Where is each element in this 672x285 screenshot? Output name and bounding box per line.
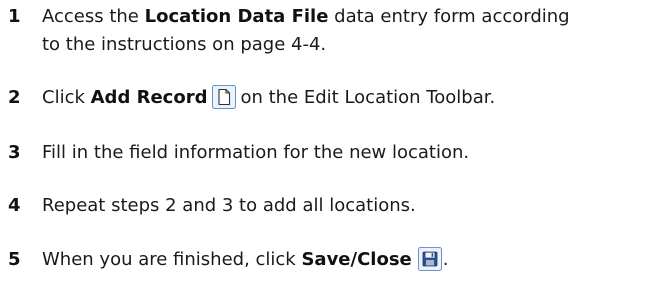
step-text-part: on the Edit Location Toolbar. xyxy=(240,87,496,108)
step-number: 4 xyxy=(8,195,21,216)
step-number: 1 xyxy=(8,6,21,27)
step-text-part: Click xyxy=(42,87,91,108)
step-text: Repeat steps 2 and 3 to add all location… xyxy=(42,195,416,216)
step-text: Click Add Record on the Edit Location To… xyxy=(42,84,495,112)
bold-term-add-record: Add Record xyxy=(90,87,208,108)
step-text-continuation: to the instructions on page 4-4. xyxy=(42,34,327,55)
instruction-steps: 1 Access the Location Data File data ent… xyxy=(0,0,672,285)
step-text-part: . xyxy=(442,249,449,270)
step-text: When you are finished, click Save/Close … xyxy=(42,246,448,274)
save-disk-icon xyxy=(417,247,442,271)
step-text-part: Access the xyxy=(42,6,145,27)
step-text: Access the Location Data File data entry… xyxy=(42,3,570,59)
bold-term-save-close: Save/Close xyxy=(301,249,412,270)
step-text-part: When you are finished, click xyxy=(42,249,302,270)
step-text-part: data entry form according xyxy=(328,6,570,27)
bold-term-location-data-file: Location Data File xyxy=(144,6,329,27)
step-number: 3 xyxy=(8,142,21,163)
step-number: 5 xyxy=(8,249,21,270)
step-number: 2 xyxy=(8,87,21,108)
new-document-icon xyxy=(212,85,237,109)
step-text: Fill in the field information for the ne… xyxy=(42,142,470,163)
